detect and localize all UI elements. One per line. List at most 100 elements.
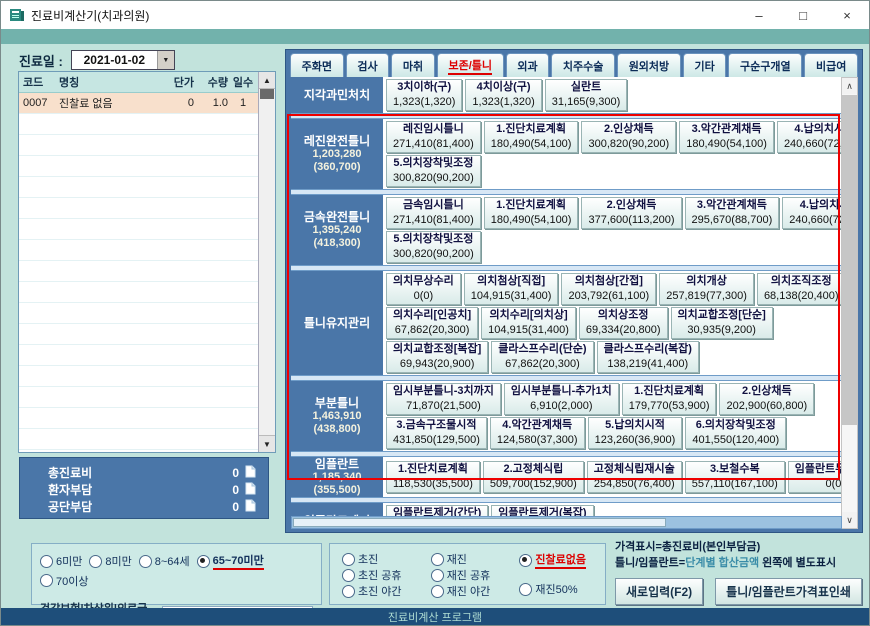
fee-button[interactable]: 의치상조정69,334(20,800) [579,307,668,339]
radio-dot-icon [342,553,355,566]
close-button[interactable]: × [825,1,869,29]
fee-button[interactable]: 임플란트제거(간단)9,672(1,500) [386,505,488,516]
radio-65~70미만[interactable]: 65~70미만 [197,552,264,570]
radio-재진 공휴[interactable]: 재진 공휴 [431,567,491,583]
fee-button-value: 202,900(60,800) [726,399,807,414]
chevron-down-icon[interactable]: ∨ [842,512,857,528]
radio-재진 야간[interactable]: 재진 야간 [431,583,491,599]
summary-label: 공단부담 [48,498,92,515]
fee-button-name: 레진임시틀니 [393,122,474,137]
fee-button[interactable]: 2.인상채득202,900(60,800) [719,383,814,415]
radio-8미만[interactable]: 8미만 [89,553,131,569]
radio-초진[interactable]: 초진 [342,551,402,567]
radio-초진 공휴[interactable]: 초진 공휴 [342,567,402,583]
table-row[interactable]: 0007진찰료 없음01.01 [19,93,258,114]
minimize-button[interactable]: – [737,1,781,29]
fee-button[interactable]: 5.의치장착및조정300,820(90,200) [386,231,481,263]
fee-button[interactable]: 의치첨상[직접]104,915(31,400) [464,273,559,305]
panel-scrollbar-vertical[interactable]: ∧ ∨ [841,77,858,529]
new-input-button[interactable]: 새로입력(F2) [615,578,703,605]
fee-button-value: 123,260(36,900) [595,433,676,448]
fee-button[interactable]: 4.납의치시적240,660(72,100) [777,121,842,153]
fee-button-name: 3.보철수복 [692,462,778,477]
fee-button[interactable]: 의치교합조정[단순]30,935(9,200) [671,307,773,339]
button-row: 임시부분틀니-3치까지71,870(21,500)임시부분틀니-추가1치6,91… [386,383,839,415]
section-label-line: (418,300) [313,237,360,250]
fee-button[interactable]: 임플란트무상수리0(0) [788,461,842,493]
fee-button[interactable]: 2.인상채득300,820(90,200) [581,121,676,153]
tab-구순구개열[interactable]: 구순구개열 [728,53,802,77]
tab-원외처방[interactable]: 원외처방 [617,53,681,77]
fee-button[interactable]: 고정체식립재시술254,850(76,400) [587,461,682,493]
fee-button-name: 임시부분틀니-추가1치 [511,384,612,399]
fee-button[interactable]: 4치이상(구)1,323(1,320) [465,79,541,111]
fee-button[interactable]: 3.악간관계채득295,670(88,700) [685,197,780,229]
dropdown-arrow-icon[interactable]: ▼ [157,51,174,69]
tab-주화면[interactable]: 주화면 [290,53,344,77]
radio-8~64세[interactable]: 8~64세 [139,553,190,569]
tab-보존/틀니[interactable]: 보존/틀니 [437,53,504,77]
fee-button[interactable]: 실란트31,165(9,300) [545,79,628,111]
fee-button[interactable]: 의치조직조정68,138(20,400) [757,273,842,305]
fee-button[interactable]: 2.고정체식립509,700(152,900) [483,461,584,493]
fee-button[interactable]: 3.금속구조물시적431,850(129,500) [386,417,487,449]
radio-재진[interactable]: 재진 [431,551,491,567]
fee-button[interactable]: 레진임시틀니271,410(81,400) [386,121,481,153]
fee-button-name: 의치수리[인공치] [393,308,471,323]
fee-button[interactable]: 2.인상채득377,600(113,200) [581,197,681,229]
fee-button[interactable]: 의치교합조정[복잡]69,943(20,900) [386,341,488,373]
radio-재진50%[interactable]: 재진50% [519,581,586,597]
fee-button[interactable]: 3.보철수복557,110(167,100) [685,461,785,493]
fee-button[interactable]: 클라스프수리(복잡)138,219(41,400) [597,341,699,373]
section-label-line: 임플란트 [315,457,359,471]
fee-button-name: 1.진단치료계획 [491,122,572,137]
tab-비급여[interactable]: 비급여 [804,53,858,77]
fee-button[interactable]: 1.진단치료계획180,490(54,100) [484,121,579,153]
scroll-down-icon[interactable]: ▼ [259,435,275,452]
radio-70이상[interactable]: 70이상 [40,573,88,589]
section-buttons: 3치이하(구)1,323(1,320)4치이상(구)1,323(1,320)실란… [383,77,842,113]
fee-button[interactable]: 의치수리[인공치]67,862(20,300) [386,307,478,339]
radio-진찰료없음[interactable]: 진찰료없음 [519,551,586,569]
fee-button[interactable]: 3치이하(구)1,323(1,320) [386,79,462,111]
fee-button[interactable]: 4.악간관계채득124,580(37,300) [490,417,585,449]
fee-button[interactable]: 6.의치장착및조정401,550(120,400) [685,417,786,449]
fee-button[interactable]: 1.진단치료계획118,530(35,500) [386,461,480,493]
chevron-up-icon[interactable]: ∧ [842,78,857,94]
maximize-button[interactable]: □ [781,1,825,29]
fee-button[interactable]: 의치수리[의치상]104,915(31,400) [481,307,576,339]
fee-button[interactable]: 임시부분틀니-추가1치6,910(2,000) [504,383,619,415]
tab-검사[interactable]: 검사 [346,53,390,77]
fee-button[interactable]: 5.납의치시적123,260(36,900) [588,417,683,449]
radio-초진 야간[interactable]: 초진 야간 [342,583,402,599]
fee-button-name: 의치교합조정[복잡] [393,342,481,357]
visit-date-combobox[interactable]: 2021-01-02 ▼ [71,50,175,70]
print-price-table-button[interactable]: 틀니/임플란트가격표인쇄 [715,578,862,605]
panel-scrollbar-horizontal[interactable] [291,516,842,529]
fee-button-value: 203,792(61,100) [568,289,649,304]
fee-button[interactable]: 1.진단치료계획179,770(53,900) [622,383,717,415]
fee-button[interactable]: 임시부분틀니-3치까지71,870(21,500) [386,383,501,415]
scrollbar-thumb[interactable] [260,89,274,99]
fee-button[interactable]: 클라스프수리(단순)67,862(20,300) [491,341,593,373]
tab-치주수술[interactable]: 치주수술 [551,53,615,77]
fee-button[interactable]: 5.의치장착및조정300,820(90,200) [386,155,481,187]
fee-button[interactable]: 금속임시틀니271,410(81,400) [386,197,481,229]
table-scrollbar[interactable]: ▲ ▼ [258,72,275,452]
fee-button[interactable]: 4.납의치시적240,660(72,100) [782,197,842,229]
fee-button[interactable]: 의치무상수리0(0) [386,273,461,305]
tab-외과[interactable]: 외과 [506,53,550,77]
tab-기타[interactable]: 기타 [683,53,727,77]
fee-button[interactable]: 의치개상257,819(77,300) [659,273,754,305]
tab-마취[interactable]: 마취 [391,53,435,77]
radio-6미만[interactable]: 6미만 [40,553,82,569]
fee-button[interactable]: 1.진단치료계획180,490(54,100) [484,197,579,229]
fee-button[interactable]: 3.악간관계채득180,490(54,100) [679,121,774,153]
fee-section: 임플란트제거임플란트제거(간단)9,672(1,500)임플란트제거(복잡)78… [291,503,842,516]
scrollbar-thumb[interactable] [293,518,666,527]
fee-button[interactable]: 임플란트제거(복잡)78,511(23,500) [491,505,593,516]
fee-button[interactable]: 의치첨상[간접]203,792(61,100) [561,273,656,305]
scrollbar-thumb[interactable] [842,95,857,425]
scroll-up-icon[interactable]: ▲ [259,72,275,89]
highlighted-note-text: 단계별 합산금액 [685,557,759,569]
